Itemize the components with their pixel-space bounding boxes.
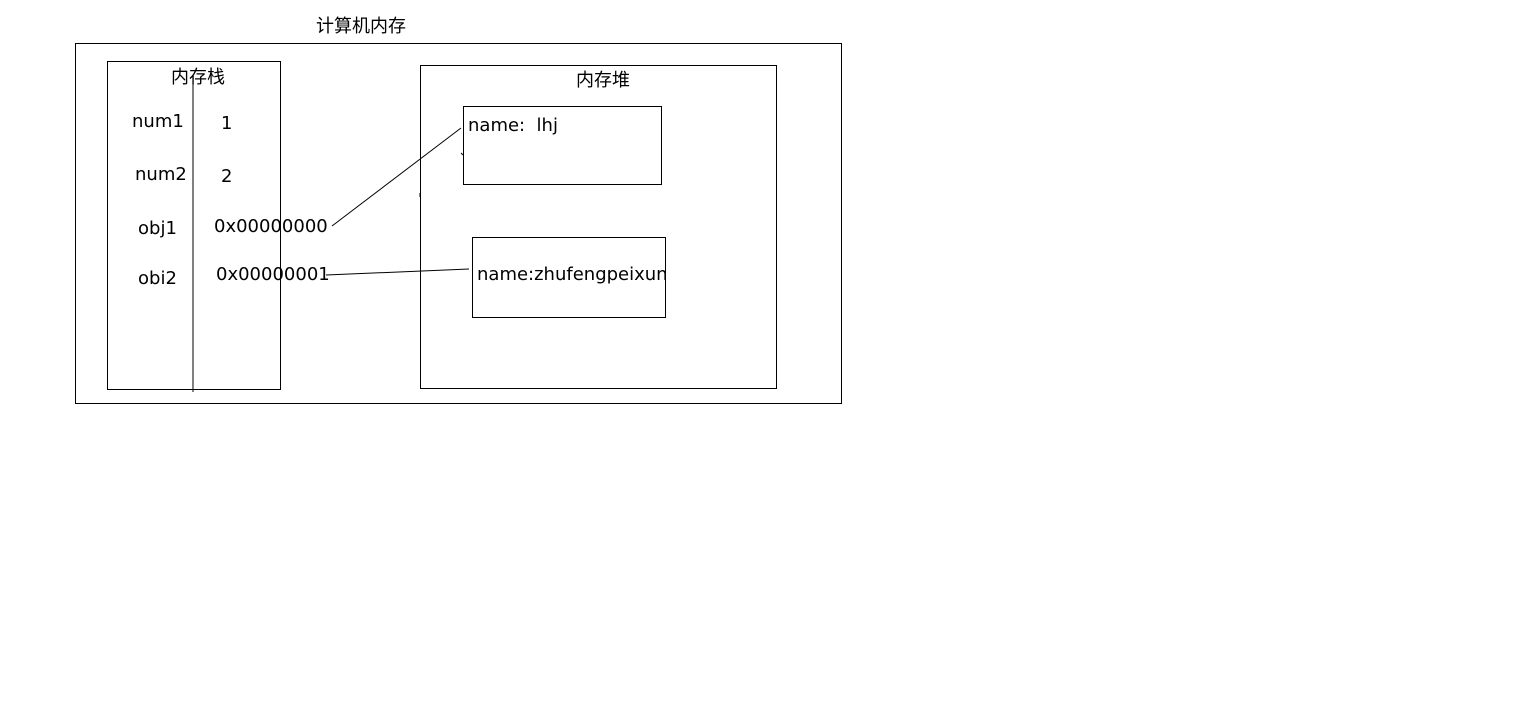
heap-object-2-text: name:zhufengpeixun	[477, 264, 668, 285]
heap-object-1-text: name: lhj	[468, 115, 558, 136]
stack-var-obj1: obj1	[138, 218, 177, 239]
memory-heap-title: 内存堆	[576, 70, 630, 91]
memory-stack-title: 内存栈	[171, 67, 225, 88]
stack-val-num2: 2	[221, 166, 233, 187]
stack-val-obj1: 0x00000000	[214, 216, 328, 237]
stack-var-num1: num1	[132, 111, 184, 132]
stack-var-obi2: obi2	[138, 268, 177, 289]
stack-val-obi2: 0x00000001	[216, 264, 330, 285]
stack-val-num1: 1	[221, 113, 233, 134]
stack-var-num2: num2	[135, 164, 187, 185]
diagram-title: 计算机内存	[316, 16, 406, 37]
